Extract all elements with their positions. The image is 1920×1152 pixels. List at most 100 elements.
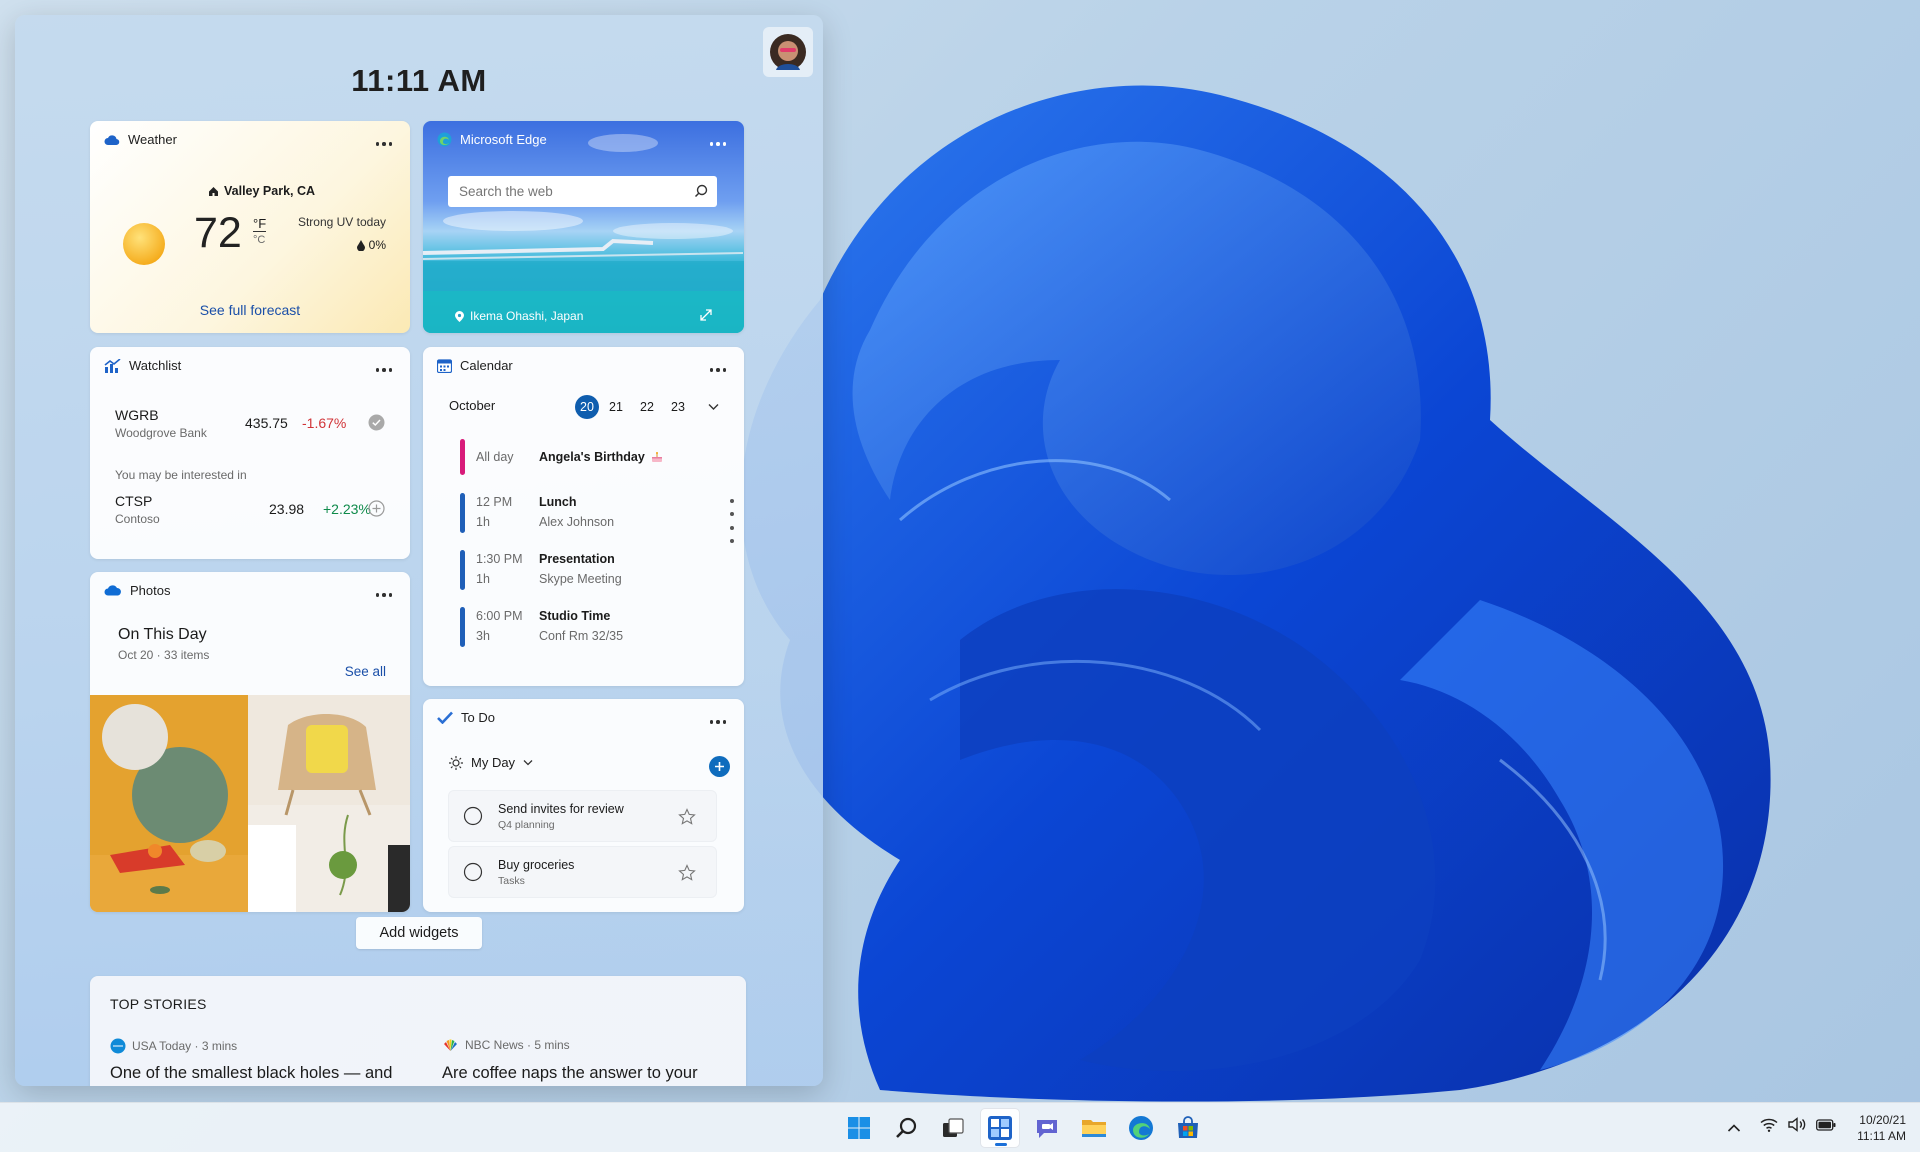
weather-more-button[interactable] (370, 133, 398, 155)
search-icon[interactable] (694, 184, 708, 198)
calendar-day[interactable]: 21 (609, 400, 623, 414)
check-circle-icon[interactable] (368, 414, 385, 431)
photos-more-button[interactable] (370, 584, 398, 606)
watchlist-title: Watchlist (104, 358, 181, 373)
unit-fahrenheit[interactable]: °F (253, 216, 267, 232)
calendar-more-button[interactable] (704, 359, 732, 381)
teams-chat-button[interactable] (1027, 1108, 1067, 1148)
tray-time: 11:11 AM (1857, 1129, 1906, 1143)
todo-list-selector[interactable]: My Day (449, 755, 533, 770)
event-color-bar (460, 550, 465, 590)
star-icon[interactable] (678, 808, 696, 826)
sun-icon (123, 223, 165, 265)
event-color-bar (460, 493, 465, 533)
wifi-icon (1760, 1118, 1778, 1132)
start-button[interactable] (839, 1108, 879, 1148)
plus-icon (715, 762, 724, 771)
watchlist-more-button[interactable] (370, 359, 398, 381)
store-button[interactable] (1168, 1108, 1208, 1148)
task-view-icon (943, 1118, 964, 1137)
calendar-event[interactable]: 6:00 PM 3h Studio Time Conf Rm 32/35 (423, 605, 744, 649)
stock-name: Woodgrove Bank (115, 426, 207, 440)
taskbar-clock[interactable]: 10/20/21 11:11 AM (1836, 1112, 1906, 1144)
task-checkbox[interactable] (463, 862, 483, 882)
edge-widget[interactable]: Microsoft Edge Ikema Ohashi, Japan (423, 121, 744, 333)
event-detail: Alex Johnson (539, 515, 615, 529)
task-list: Q4 planning (498, 819, 555, 831)
event-time: All day (476, 450, 514, 464)
task-view-button[interactable] (933, 1108, 973, 1148)
folder-icon (1082, 1120, 1106, 1137)
usa-today-icon (110, 1038, 126, 1054)
event-time: 6:00 PM (476, 609, 523, 623)
add-widgets-button[interactable]: Add widgets (356, 917, 482, 949)
weather-temp: 72 (194, 209, 242, 257)
add-task-button[interactable] (709, 756, 730, 777)
task-title: Send invites for review (498, 802, 624, 816)
edge-search-input[interactable] (459, 184, 679, 199)
photos-widget[interactable]: Photos On This Day Oct 20 · 33 items See… (90, 572, 410, 912)
todo-widget[interactable]: To Do My Day Send invites for review Q4 … (423, 699, 744, 912)
photo-thumbnail[interactable] (248, 695, 410, 912)
calendar-day[interactable]: 22 (640, 400, 654, 414)
top-stories-section: TOP STORIES USA Today · 3 mins One of th… (90, 976, 746, 1086)
star-icon[interactable] (678, 864, 696, 882)
full-forecast-link[interactable]: See full forecast (90, 302, 410, 318)
photos-title: Photos (104, 583, 170, 598)
calendar-event[interactable]: 1:30 PM 1h Presentation Skype Meeting (423, 548, 744, 592)
story-source: USA Today · 3 mins (110, 1038, 237, 1054)
event-color-bar (460, 439, 465, 475)
system-tray-status[interactable] (1760, 1117, 1836, 1132)
edge-icon (1129, 1116, 1153, 1140)
add-circle-icon[interactable] (368, 500, 385, 517)
chevron-down-icon[interactable] (708, 403, 719, 411)
todo-check-icon (437, 711, 453, 724)
chevron-down-icon (523, 760, 533, 766)
sun-outline-icon (449, 755, 463, 770)
calendar-widget[interactable]: Calendar October 20 21 22 23 All day Ang… (423, 347, 744, 686)
event-detail: Skype Meeting (539, 572, 622, 586)
profile-avatar[interactable] (763, 27, 813, 77)
event-duration: 3h (476, 629, 490, 643)
event-duration: 1h (476, 572, 490, 586)
calendar-event[interactable]: All day Angela's Birthday (423, 437, 744, 477)
widgets-button[interactable] (980, 1108, 1020, 1148)
file-explorer-button[interactable] (1074, 1108, 1114, 1148)
photos-see-all-link[interactable]: See all (345, 664, 386, 679)
photo-thumbnail[interactable] (90, 695, 248, 912)
weather-widget[interactable]: Weather Valley Park, CA 72 °F °C Strong … (90, 121, 410, 333)
calendar-day[interactable]: 23 (671, 400, 685, 414)
expand-icon[interactable] (700, 309, 712, 321)
event-detail: Conf Rm 32/35 (539, 629, 624, 643)
story-headline[interactable]: One of the smallest black holes — and (110, 1064, 392, 1083)
battery-icon (1816, 1118, 1836, 1131)
event-title: Presentation (539, 552, 615, 566)
edge-image-location[interactable]: Ikema Ohashi, Japan (455, 309, 583, 323)
calendar-day-selected[interactable]: 20 (575, 395, 599, 419)
story-headline[interactable]: Are coffee naps the answer to your (442, 1064, 698, 1083)
calendar-scrollbar[interactable] (730, 499, 734, 543)
event-time: 12 PM (476, 495, 513, 509)
search-button[interactable] (886, 1108, 926, 1148)
calendar-event[interactable]: 12 PM 1h Lunch Alex Johnson (423, 491, 744, 535)
stock-row[interactable]: CTSP Contoso 23.98 +2.23% (115, 493, 395, 533)
edge-search-box[interactable] (448, 176, 717, 207)
search-icon (896, 1117, 917, 1138)
todo-more-button[interactable] (704, 711, 732, 733)
edge-more-button[interactable] (704, 133, 732, 155)
watchlist-widget[interactable]: Watchlist WGRB Woodgrove Bank 435.75 -1.… (90, 347, 410, 559)
stock-row[interactable]: WGRB Woodgrove Bank 435.75 -1.67% (115, 407, 395, 447)
raindrop-icon (356, 239, 365, 251)
edge-browser-button[interactable] (1121, 1108, 1161, 1148)
stock-name: Contoso (115, 512, 160, 526)
task-list: Tasks (498, 875, 525, 887)
unit-celsius[interactable]: °C (253, 234, 265, 246)
stock-price: 435.75 (245, 415, 288, 431)
edge-background-image (423, 134, 744, 333)
top-stories-header: TOP STORIES (110, 996, 207, 1012)
todo-task[interactable]: Buy groceries Tasks (448, 846, 717, 898)
chevron-up-icon[interactable] (1727, 1123, 1741, 1133)
todo-task[interactable]: Send invites for review Q4 planning (448, 790, 717, 842)
task-checkbox[interactable] (463, 806, 483, 826)
calendar-month: October (449, 398, 496, 413)
